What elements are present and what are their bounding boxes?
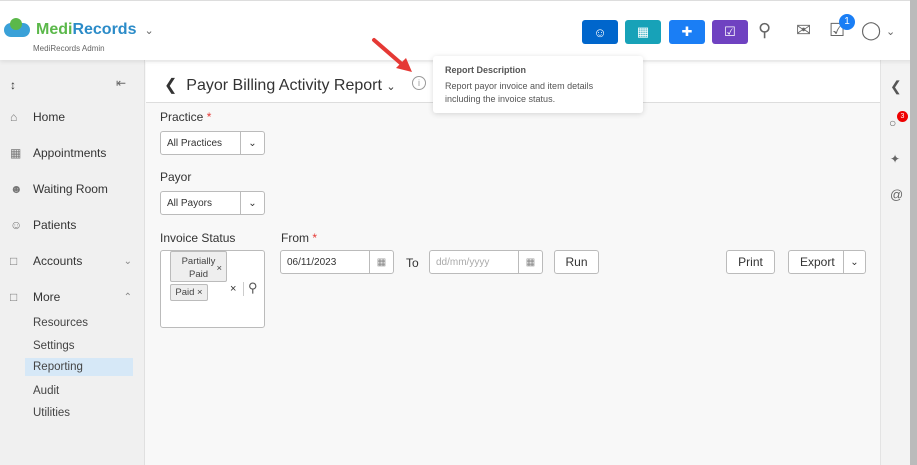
tooltip-title: Report Description: [445, 65, 527, 75]
divider: [243, 282, 244, 296]
scrollbar[interactable]: [910, 0, 917, 465]
collapse-sidebar-icon[interactable]: ⇤: [116, 76, 126, 90]
calendar-icon: ▦: [10, 146, 22, 160]
chevron-down-icon[interactable]: ⌄: [386, 81, 395, 93]
red-arrow-annotation: [372, 38, 412, 72]
user-icon: ☺: [10, 218, 23, 232]
selected-value: All Payors: [167, 197, 213, 209]
folder-open-icon: □: [10, 290, 18, 304]
chevron-down-icon: ⌄: [240, 192, 264, 214]
brand-part: Records: [72, 21, 137, 38]
tag-label: Paid: [175, 287, 195, 298]
title-text: Payor Billing Activity Report: [186, 77, 382, 94]
sidebar-subitem-audit[interactable]: Audit: [33, 385, 59, 397]
brand-part: Medi: [36, 21, 73, 38]
chevron-down-icon: ⌄: [123, 255, 132, 267]
medical-kit-button[interactable]: ✚: [669, 20, 705, 44]
to-date-input[interactable]: dd/mm/yyyy ▦: [429, 250, 543, 274]
selected-value: All Practices: [167, 137, 223, 149]
calendar-icon[interactable]: ▦: [369, 251, 393, 273]
pin-icon[interactable]: ✦: [890, 152, 900, 166]
label: Home: [33, 110, 66, 124]
to-label: To: [406, 256, 419, 270]
clear-all-icon[interactable]: ×: [230, 283, 236, 295]
tooltip-text: Report payor invoice and item details in…: [445, 81, 594, 104]
expand-icon[interactable]: ↕: [10, 78, 16, 92]
logo[interactable]: MediRecords ⌄: [4, 18, 154, 39]
cloud-logo-icon: [4, 18, 30, 37]
export-label: Export: [800, 255, 835, 269]
chevron-up-icon: ⌃: [123, 291, 132, 303]
back-icon[interactable]: ❮: [164, 77, 177, 94]
chat-icon[interactable]: ○: [889, 116, 896, 130]
notification-badge: 1: [839, 14, 855, 30]
practice-label: Practice *: [160, 110, 212, 124]
date-value: 06/11/2023: [287, 256, 337, 268]
print-button[interactable]: Print: [726, 250, 775, 274]
chevron-left-icon[interactable]: ❮: [890, 78, 902, 95]
from-date-input[interactable]: 06/11/2023 ▦: [280, 250, 394, 274]
org-name: MediRecords Admin: [33, 44, 105, 53]
label: Patients: [33, 218, 77, 232]
mail-icon[interactable]: ✉: [796, 20, 811, 41]
users-icon: ☻: [10, 182, 23, 196]
calendar-icon[interactable]: ▦: [518, 251, 542, 273]
search-icon[interactable]: ⚲: [758, 20, 771, 41]
clipboard-button[interactable]: ☑: [712, 20, 748, 44]
add-patient-button[interactable]: ☺: [582, 20, 618, 44]
tag-label: Partially Paid: [181, 256, 216, 280]
report-description-tooltip: Report Description Report payor invoice a…: [433, 56, 643, 113]
run-button[interactable]: Run: [554, 250, 599, 274]
invoice-status-multiselect[interactable]: Partially Paid × Paid × × ⚲: [160, 250, 265, 328]
label: Waiting Room: [33, 182, 108, 196]
status-tag: Partially Paid ×: [170, 251, 227, 282]
new-appointment-button[interactable]: ▦: [625, 20, 661, 44]
remove-tag-icon[interactable]: ×: [216, 262, 222, 275]
label: More: [33, 290, 61, 304]
payor-label: Payor: [160, 170, 192, 184]
chevron-down-icon: ⌄: [240, 132, 264, 154]
page-title[interactable]: ❮ Payor Billing Activity Report ⌄: [164, 75, 396, 95]
user-avatar-icon[interactable]: ◯: [861, 20, 881, 41]
practice-select[interactable]: All Practices ⌄: [160, 131, 265, 155]
top-header: MediRecords ⌄ MediRecords Admin ☺ ▦ ✚ ☑ ⚲…: [0, 0, 917, 60]
date-placeholder: dd/mm/yyyy: [436, 256, 490, 268]
sidebar: ↕ ⇤ ⌂ Home ▦ Appointments ☻ Waiting Room ☺ P…: [0, 60, 145, 465]
status-tag: Paid ×: [170, 284, 208, 301]
sidebar-subitem-resources[interactable]: Resources: [33, 317, 88, 329]
sidebar-item-waiting-room[interactable]: ☻ Waiting Room: [10, 182, 108, 196]
chevron-down-icon[interactable]: ⌄: [843, 251, 865, 273]
sidebar-subitem-reporting[interactable]: Reporting: [25, 358, 133, 376]
sidebar-item-accounts[interactable]: □ Accounts ⌄: [10, 254, 132, 268]
right-rail: ❮ ○ 3 ✦ @: [880, 60, 910, 465]
info-icon[interactable]: i: [412, 76, 426, 90]
invoice-status-label: Invoice Status: [160, 231, 236, 245]
sidebar-item-more[interactable]: □ More ⌃: [10, 290, 132, 304]
sidebar-subitem-settings[interactable]: Settings: [33, 340, 75, 352]
from-label: From *: [281, 231, 318, 245]
sidebar-item-patients[interactable]: ☺ Patients: [10, 218, 76, 232]
payor-select[interactable]: All Payors ⌄: [160, 191, 265, 215]
remove-tag-icon[interactable]: ×: [197, 287, 203, 298]
chevron-down-icon[interactable]: ⌄: [886, 25, 895, 38]
chevron-down-icon[interactable]: ⌄: [144, 24, 153, 37]
export-button[interactable]: Export ⌄: [788, 250, 866, 274]
search-icon[interactable]: ⚲: [248, 280, 258, 296]
sidebar-item-appointments[interactable]: ▦ Appointments: [10, 146, 106, 160]
at-mention-icon[interactable]: @: [890, 187, 903, 202]
folder-icon: □: [10, 254, 18, 268]
home-icon: ⌂: [10, 110, 18, 124]
sidebar-subitem-utilities[interactable]: Utilities: [33, 407, 70, 419]
chat-badge: 3: [897, 111, 908, 122]
sidebar-item-home[interactable]: ⌂ Home: [10, 110, 65, 124]
label: Accounts: [33, 254, 83, 268]
label: Appointments: [33, 146, 107, 160]
